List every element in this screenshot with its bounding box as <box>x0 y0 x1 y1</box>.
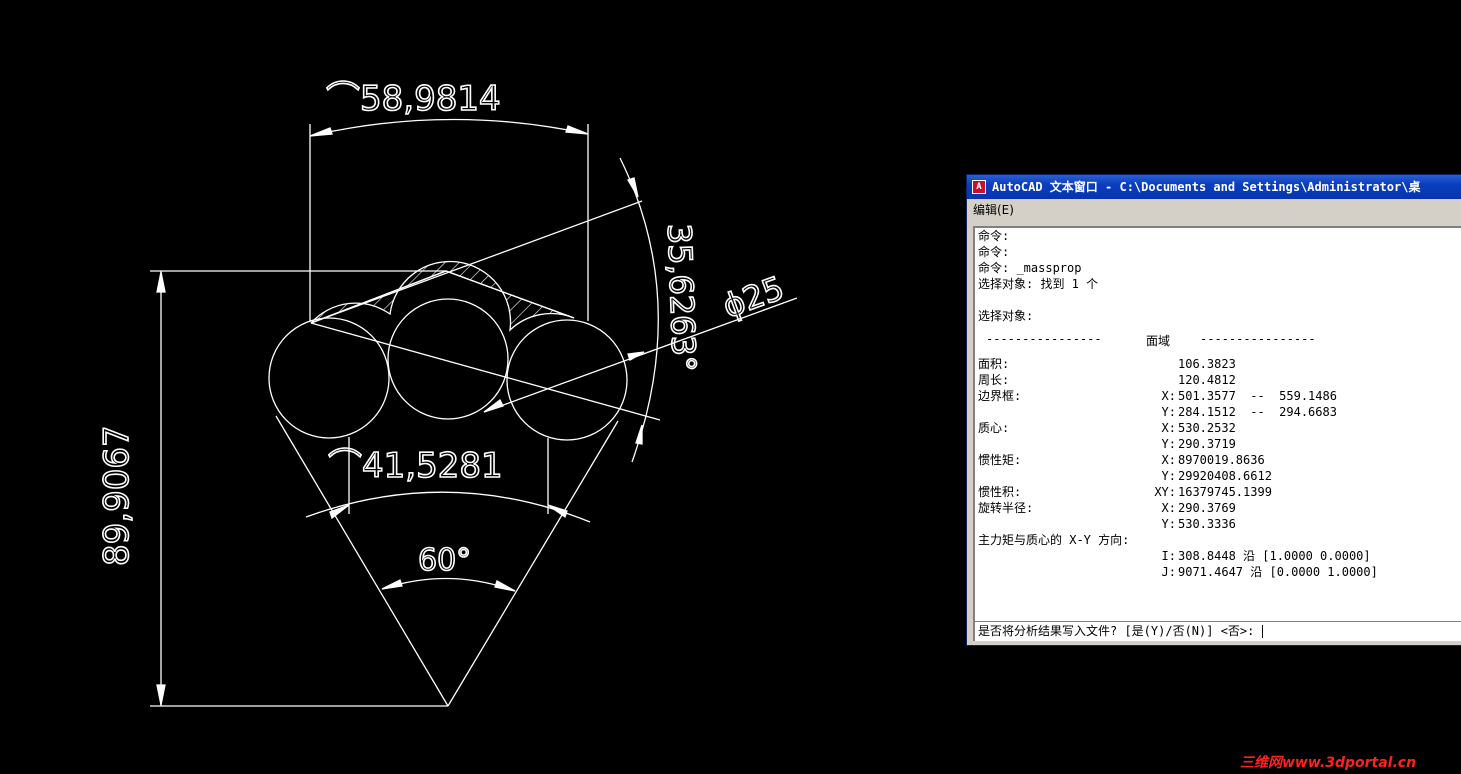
massprop-value: 120.4812 <box>1178 373 1236 387</box>
massprop-row: 面积: 106.3823 <box>978 356 1461 372</box>
massprop-value: 9071.4647 沿 [0.0000 1.0000] <box>1178 565 1378 579</box>
arc-dim-right <box>619 157 659 463</box>
history-line <box>978 292 1461 308</box>
massprop-results: 面积: 106.3823 周长: 120.4812 边界框: X: 501.3577 -- … <box>978 356 1461 580</box>
massprop-label: 惯性积: <box>978 485 1022 499</box>
arrow-height-top <box>156 271 166 293</box>
arrow-right-bottom <box>635 424 643 445</box>
arrow-60-left <box>381 579 403 590</box>
massprop-row: 边界框: X: 501.3577 -- 559.1486 <box>978 388 1461 404</box>
text-cursor <box>1261 625 1263 638</box>
window-title-bar[interactable]: A AutoCAD 文本窗口 - C:\Documents and Settin… <box>967 175 1461 199</box>
massprop-row: 质心: X: 530.2532 <box>978 420 1461 436</box>
arc-dim-top <box>309 118 589 137</box>
massprop-label: 质心: <box>978 421 1010 435</box>
massprop-row: Y: 284.1512 -- 294.6683 <box>978 404 1461 420</box>
dim-text-angle-60: 60° <box>418 543 471 578</box>
dim-text-arc-bottom: ⌒41,5281 <box>328 446 503 486</box>
divider-title: 面域 <box>1146 334 1171 348</box>
divider-right: ---------------- <box>1200 332 1316 346</box>
massprop-label: 旋转半径: <box>978 501 1034 515</box>
arrow-diameter <box>483 399 504 413</box>
arrow-top-left <box>309 127 333 137</box>
massprop-value: 530.3336 <box>1178 517 1236 531</box>
massprop-axis: J: <box>1161 565 1176 579</box>
arrow-top-right <box>565 125 589 135</box>
arrow-height-bottom <box>156 684 166 706</box>
massprop-value: 530.2532 <box>1178 421 1236 435</box>
region-divider: ---------------- 面域 ---------------- <box>978 324 1461 356</box>
massprop-label: 面积: <box>978 357 1010 371</box>
massprop-value: 308.8448 沿 [1.0000 0.0000] <box>1178 549 1371 563</box>
massprop-axis: XY: <box>1154 485 1176 499</box>
divider-left: ---------------- <box>986 332 1102 346</box>
massprop-row: I: 308.8448 沿 [1.0000 0.0000] <box>978 548 1461 564</box>
autocad-app-icon: A <box>972 180 986 194</box>
massprop-row: Y: 530.3336 <box>978 516 1461 532</box>
massprop-axis: X: <box>1161 453 1176 467</box>
dim-text-arc-top: ⌒58,9814 <box>326 79 501 119</box>
massprop-label: 主力矩与质心的 X-Y 方向: <box>978 533 1130 547</box>
massprop-row: 惯性积: XY: 16379745.1399 <box>978 484 1461 500</box>
massprop-row: Y: 29920408.6612 <box>978 468 1461 484</box>
massprop-row: 惯性矩: X: 8970019.8636 <box>978 452 1461 468</box>
construction-line-1 <box>310 200 643 324</box>
massprop-row: 周长: 120.4812 <box>978 372 1461 388</box>
command-history[interactable]: 命令: 命令: 命令: _massprop 选择对象: 找到 1 个 选择对象:… <box>973 226 1461 621</box>
history-line: 选择对象: 找到 1 个 <box>978 277 1099 291</box>
arrow-right-top <box>627 177 639 198</box>
circle-middle <box>387 298 509 420</box>
massprop-value: 501.3577 -- 559.1486 <box>1178 389 1337 403</box>
massprop-value: 284.1512 -- 294.6683 <box>1178 405 1337 419</box>
massprop-row: 主力矩与质心的 X-Y 方向: <box>978 532 1461 548</box>
massprop-value: 290.3719 <box>1178 437 1236 451</box>
arrow-bottom-right <box>547 504 568 519</box>
arrow-diameter-outer <box>627 351 645 361</box>
massprop-axis: Y: <box>1161 517 1176 531</box>
massprop-row: Y: 290.3719 <box>978 436 1461 452</box>
dim-text-height: 89,9067 <box>97 425 137 566</box>
massprop-axis: Y: <box>1161 469 1176 483</box>
massprop-value: 8970019.8636 <box>1178 453 1265 467</box>
circle-right <box>506 319 628 441</box>
massprop-label: 周长: <box>978 373 1010 387</box>
massprop-axis: X: <box>1161 501 1176 515</box>
massprop-label: 边界框: <box>978 389 1022 403</box>
massprop-value: 106.3823 <box>1178 357 1236 371</box>
history-line: 命令: _massprop <box>978 261 1082 275</box>
massprop-axis: I: <box>1161 549 1176 563</box>
massprop-axis: Y: <box>1161 437 1176 451</box>
massprop-value: 290.3769 <box>1178 501 1236 515</box>
arrow-60-right <box>494 580 516 592</box>
massprop-label: 惯性矩: <box>978 453 1022 467</box>
watermark: 三维网www.3dportal.cn <box>1240 755 1417 771</box>
massprop-value: 29920408.6612 <box>1178 469 1272 483</box>
circle-left <box>268 317 390 439</box>
menu-bar: 编辑(E) <box>967 199 1461 221</box>
massprop-axis: X: <box>1161 389 1176 403</box>
prompt-text: 是否将分析结果写入文件? [是(Y)/否(N)] <否>: <box>978 624 1262 638</box>
massprop-row: 旋转半径: X: 290.3769 <box>978 500 1461 516</box>
menu-edit[interactable]: 编辑(E) <box>973 203 1014 217</box>
autocad-text-window[interactable]: A AutoCAD 文本窗口 - C:\Documents and Settin… <box>966 174 1461 646</box>
massprop-row: J: 9071.4647 沿 [0.0000 1.0000] <box>978 564 1461 580</box>
dim-text-diameter: ϕ25 <box>718 269 789 326</box>
window-title: AutoCAD 文本窗口 - C:\Documents and Settings… <box>992 180 1421 194</box>
massprop-value: 16379745.1399 <box>1178 485 1272 499</box>
command-prompt-input[interactable]: 是否将分析结果写入文件? [是(Y)/否(N)] <否>: <box>973 621 1461 641</box>
history-line: 选择对象: <box>978 309 1034 323</box>
dim-text-angle-right: 35,6263° <box>660 223 703 373</box>
history-line: 命令: <box>978 245 1010 259</box>
history-line: 命令: <box>978 229 1010 243</box>
massprop-axis: Y: <box>1161 405 1176 419</box>
massprop-axis: X: <box>1161 421 1176 435</box>
